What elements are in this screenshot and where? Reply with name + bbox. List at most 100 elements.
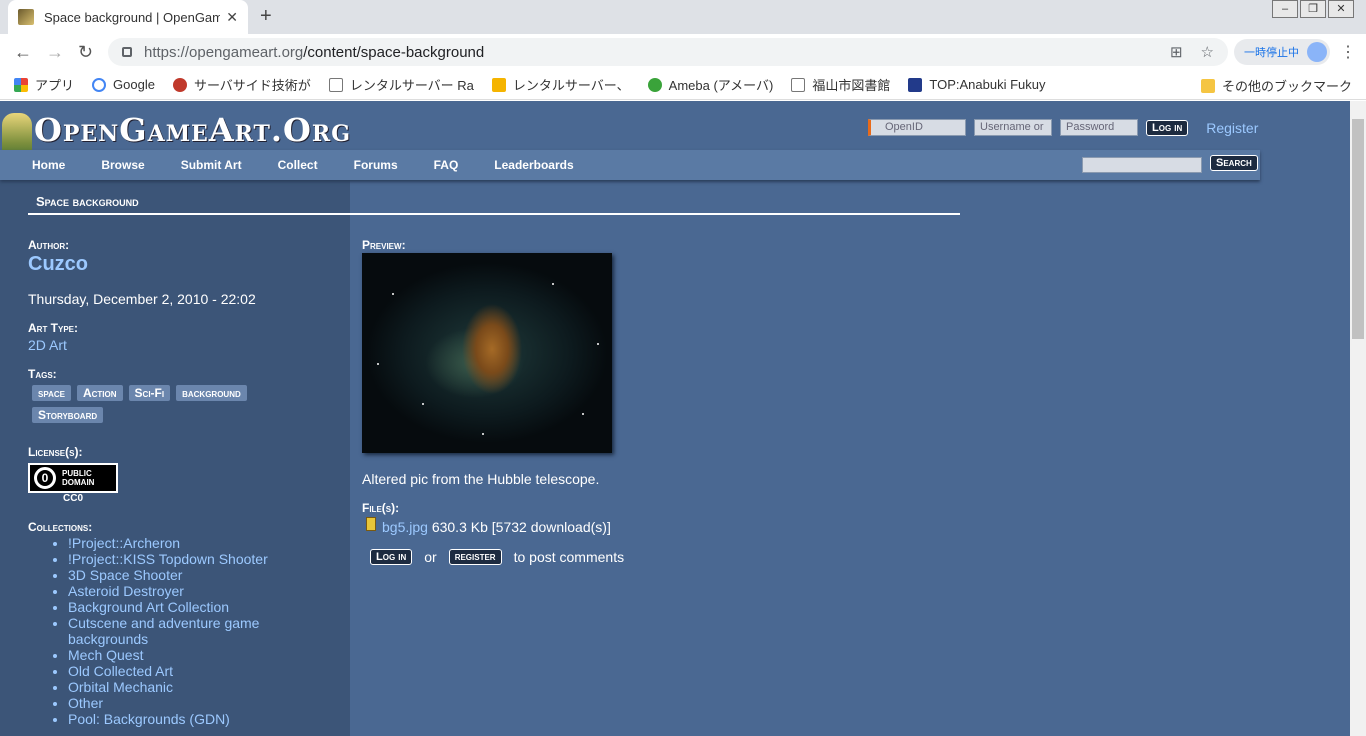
password-input[interactable]: Password [1060, 119, 1138, 136]
collection-link[interactable]: Cutscene and adventure game backgrounds [68, 615, 298, 647]
folder-icon [1200, 78, 1215, 93]
profile-paused-button[interactable]: 一時停止中 [1234, 39, 1330, 65]
star [482, 433, 484, 435]
close-tab-icon[interactable]: ✕ [226, 9, 238, 26]
forward-icon[interactable]: → [46, 42, 64, 63]
active-tab[interactable]: Space background | OpenGameArt ✕ [8, 0, 248, 34]
url-text: https://opengameart.org/content/space-ba… [144, 43, 485, 61]
comment-login-button[interactable]: Log in [370, 549, 413, 565]
browser-toolbar: ← → ↻ https://opengameart.org/content/sp… [0, 34, 1366, 70]
collection-link[interactable]: Mech Quest [68, 647, 298, 663]
tab-strip: Space background | OpenGameArt ✕ + – ❐ ✕ [0, 0, 1366, 34]
login-button[interactable]: Log in [1146, 119, 1189, 136]
tags-label: Tags: [28, 367, 57, 381]
register-link[interactable]: Register [1206, 120, 1258, 136]
main-nav: Home Browse Submit Art Collect Forums FA… [0, 150, 1260, 180]
ameba-icon [647, 77, 662, 92]
file-info: 630.3 Kb [5732 download(s)] [427, 519, 611, 535]
tag-space[interactable]: space [32, 385, 71, 401]
arttype-link[interactable]: 2D Art [28, 337, 67, 353]
nav-home[interactable]: Home [32, 158, 65, 172]
license-code: CC0 [63, 493, 84, 504]
lock-icon [122, 47, 132, 57]
tag-action[interactable]: Action [76, 385, 123, 401]
collection-link[interactable]: !Project::KISS Topdown Shooter [68, 551, 298, 567]
login-form: OpenID Username or Password Log in Regis… [868, 119, 1258, 136]
tab-title: Space background | OpenGameArt [44, 9, 221, 25]
page-scrollbar[interactable] [1350, 101, 1366, 736]
post-date: Thursday, December 2, 2010 - 22:02 [28, 291, 256, 307]
avatar [1307, 42, 1327, 62]
minimize-icon[interactable]: – [1272, 0, 1298, 18]
collections-label: Collections: [28, 520, 93, 534]
collection-link[interactable]: Orbital Mechanic [68, 679, 298, 695]
restore-icon[interactable]: ❐ [1300, 0, 1326, 18]
site-icon [172, 77, 187, 92]
nav-browse[interactable]: Browse [101, 158, 144, 172]
openid-input[interactable]: OpenID [868, 119, 966, 136]
collection-link[interactable]: 3D Space Shooter [68, 567, 298, 583]
bookmark-item[interactable]: レンタルサーバー Ra [328, 75, 474, 94]
username-input[interactable]: Username or [974, 119, 1052, 136]
site-logo[interactable]: OpenGameArt.Org [34, 111, 351, 149]
title-divider [28, 213, 960, 215]
pause-label: 一時停止中 [1244, 47, 1299, 59]
collection-link[interactable]: Background Art Collection [68, 599, 298, 615]
bookmark-google[interactable]: Google [92, 77, 155, 92]
license-label: License(s): [28, 445, 83, 459]
star [597, 343, 599, 345]
collection-link[interactable]: Other [68, 695, 298, 711]
window-controls: – ❐ ✕ [1270, 0, 1354, 18]
bookmark-item[interactable]: TOP:Anabuki Fukuy [908, 77, 1045, 92]
license-badge[interactable]: 0 PUBLIC DOMAIN [28, 463, 118, 493]
collection-link[interactable]: Asteroid Destroyer [68, 583, 298, 599]
bookmark-star-icon[interactable]: ☆ [1201, 43, 1214, 61]
nav-collect[interactable]: Collect [278, 158, 318, 172]
bookmark-item[interactable]: サーバサイド技術が [172, 75, 311, 94]
preview-image[interactable] [362, 253, 612, 453]
search-input[interactable] [1082, 157, 1202, 173]
tag-storyboard[interactable]: Storyboard [32, 407, 104, 423]
image-file-icon [366, 517, 376, 531]
tag-list: space Action Sci-Fi background Storyboar… [32, 385, 312, 423]
tag-background[interactable]: background [176, 385, 247, 401]
or-text: or [424, 549, 437, 565]
close-window-icon[interactable]: ✕ [1328, 0, 1354, 18]
reload-icon[interactable]: ↻ [78, 42, 93, 63]
collection-link[interactable]: Pool: Backgrounds (GDN) [68, 711, 298, 727]
bookmark-item[interactable]: Ameba (アメーバ) [647, 75, 773, 94]
description: Altered pic from the Hubble telescope. [362, 471, 600, 487]
back-icon[interactable]: ← [14, 42, 32, 63]
bookmark-item[interactable]: 福山市図書館 [791, 75, 890, 94]
star [377, 363, 379, 365]
site-header: OpenGameArt.Org OpenID Username or Passw… [0, 101, 1350, 163]
nav-leaderboards[interactable]: Leaderboards [494, 158, 573, 172]
tag-sci-fi[interactable]: Sci-Fi [128, 385, 171, 401]
more-menu-icon[interactable]: ⋮ [1340, 42, 1356, 62]
bookmarks-bar: アプリ Google サーバサイド技術が レンタルサーバー Ra レンタルサーバ… [0, 70, 1366, 100]
google-icon [92, 77, 107, 92]
star [552, 283, 554, 285]
nav-forums[interactable]: Forums [354, 158, 398, 172]
site-favicon-icon [18, 9, 34, 25]
page-content: OpenGameArt.Org OpenID Username or Passw… [0, 101, 1350, 736]
address-bar[interactable]: https://opengameart.org/content/space-ba… [108, 38, 1228, 66]
other-bookmarks[interactable]: その他のブックマーク [1200, 76, 1352, 95]
apps-grid-icon [14, 77, 28, 92]
collection-link[interactable]: Old Collected Art [68, 663, 298, 679]
scroll-thumb[interactable] [1352, 119, 1364, 339]
search-button[interactable]: Search [1210, 155, 1258, 171]
nav-faq[interactable]: FAQ [434, 158, 459, 172]
license-badge-text: PUBLIC DOMAIN [62, 469, 95, 487]
comment-register-button[interactable]: register [448, 549, 502, 565]
zero-icon: 0 [34, 467, 56, 489]
file-download-link[interactable]: bg5.jpg [382, 519, 428, 535]
comment-prompt: Log in or register to post comments [370, 549, 624, 565]
author-link[interactable]: Cuzco [28, 253, 88, 276]
bookmark-item[interactable]: レンタルサーバー、 [491, 75, 630, 94]
collection-link[interactable]: !Project::Archeron [68, 535, 298, 551]
translate-icon[interactable]: ⊞ [1170, 43, 1183, 61]
nav-submit-art[interactable]: Submit Art [181, 158, 242, 172]
new-tab-icon[interactable]: + [260, 5, 272, 28]
bookmark-apps[interactable]: アプリ [14, 75, 74, 94]
